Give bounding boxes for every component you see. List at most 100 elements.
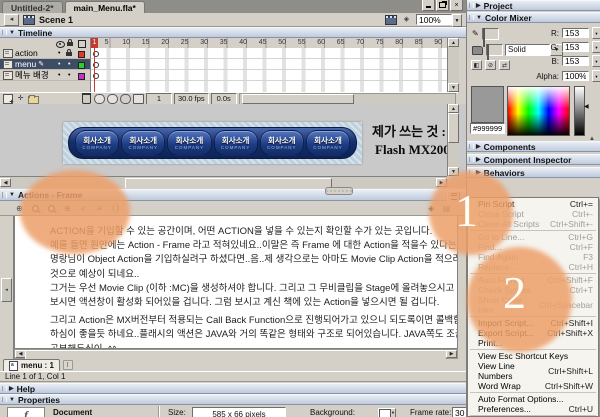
panel-resize-grip[interactable] <box>325 187 353 195</box>
layer-frame-row[interactable] <box>91 70 447 81</box>
swap-colors-button[interactable]: ⇄ <box>499 60 510 70</box>
dock-panel-header-components[interactable]: ▶Components <box>467 141 600 152</box>
menu-button[interactable]: 회사소개COMPANY <box>260 130 304 156</box>
frames-area[interactable]: 15101520253035404550556065707580859095 <box>91 38 447 92</box>
chevron-down-icon[interactable]: ▼ <box>592 41 600 53</box>
menu-button[interactable]: 회사소개COMPANY <box>75 130 119 156</box>
delete-layer-button[interactable] <box>81 94 92 103</box>
eye-icon[interactable] <box>56 41 65 48</box>
chevron-down-icon[interactable]: ▼ <box>592 27 600 39</box>
layer-visibility-dot[interactable]: • <box>58 72 60 79</box>
project-panel-header[interactable]: ▶ Project <box>467 0 600 11</box>
pin-script-icon[interactable] <box>63 360 73 370</box>
scrollbar-thumb[interactable] <box>448 113 459 143</box>
back-button[interactable]: ◂ <box>4 14 19 26</box>
color-mixer-panel-header[interactable]: ▼ Color Mixer <box>467 12 600 23</box>
scroll-up-button[interactable]: ▲ <box>448 104 459 113</box>
frame-rows[interactable] <box>91 48 447 92</box>
center-frame-button[interactable] <box>94 94 105 103</box>
green-input[interactable] <box>562 42 589 52</box>
brightness-slider[interactable] <box>574 86 585 136</box>
scrollbar-thumb[interactable] <box>125 178 332 188</box>
outline-icon[interactable] <box>78 40 86 48</box>
scroll-left-button[interactable]: ◀ <box>0 178 11 187</box>
stage-vertical-scrollbar[interactable]: ▲ ▼ <box>447 104 459 176</box>
close-button[interactable]: × <box>450 0 463 11</box>
menu-button[interactable]: 회사소개COMPANY <box>306 130 350 156</box>
edit-symbol-button[interactable]: ◈ <box>400 15 413 25</box>
scroll-right-button[interactable]: ▶ <box>446 350 457 358</box>
script-line: 보시면 액션창이 활성화 되어있을 겁니다. 그럼 보시고 계신 책에 있는 A… <box>50 296 451 310</box>
blue-input[interactable] <box>562 56 589 66</box>
document-size-button[interactable]: 585 x 66 pixels <box>192 407 286 417</box>
stroke-color-control[interactable]: ✎ <box>472 28 499 40</box>
layer-outline-color[interactable] <box>78 51 85 58</box>
insert-layer-button[interactable] <box>2 94 13 103</box>
layer-lock-dot[interactable]: • <box>68 61 70 68</box>
document-tab[interactable]: main_Menu.fla* <box>65 1 145 13</box>
chevron-down-icon[interactable]: ▼ <box>592 55 600 67</box>
properties-panel-header[interactable]: ▼ Properties <box>0 394 466 405</box>
fill-color-swatch[interactable] <box>486 44 503 56</box>
layer-frame-row[interactable] <box>91 48 447 59</box>
menu-item[interactable]: Preferences...Ctrl+U <box>468 404 598 414</box>
edit-multiple-frames-button[interactable] <box>133 94 144 103</box>
onion-skin-outlines-button[interactable] <box>120 94 131 103</box>
black-white-button[interactable]: ◧ <box>471 60 482 70</box>
toolbox-splitter[interactable]: ◂ <box>0 216 14 359</box>
layer-row[interactable]: action• <box>0 48 90 59</box>
restore-button[interactable] <box>436 0 449 11</box>
menu-button[interactable]: 회사소개COMPANY <box>167 130 211 156</box>
layer-outline-color[interactable] <box>78 73 85 80</box>
layer-visibility-dot[interactable]: • <box>58 50 60 57</box>
splitter-handle[interactable]: ◂ <box>1 278 12 302</box>
scroll-up-button[interactable]: ▲ <box>448 38 459 47</box>
color-picker-gradient[interactable] <box>507 86 570 136</box>
red-input[interactable] <box>562 28 589 38</box>
menu-item[interactable]: Word WrapCtrl+Shift+W <box>468 381 598 391</box>
insert-folder-button[interactable] <box>28 94 39 103</box>
chevron-down-icon[interactable]: ▼ <box>592 70 600 82</box>
layer-row[interactable]: 메뉴 배경•• <box>0 70 90 81</box>
zoom-dropdown-button[interactable]: ▼ <box>452 14 462 27</box>
frame-rate-field[interactable]: 30.0 fps <box>174 93 209 105</box>
slider-handle-icon[interactable]: ◀ <box>584 104 589 110</box>
add-motion-guide-button[interactable]: ✛ <box>15 94 26 103</box>
script-horizontal-scrollbar[interactable]: ◀ ▶ <box>14 349 458 359</box>
scroll-down-button[interactable]: ▼ <box>448 83 459 92</box>
lock-icon[interactable] <box>67 42 73 46</box>
background-color-swatch[interactable]: ▼ <box>378 408 396 417</box>
timeline-horizontal-scrollbar[interactable] <box>239 93 456 105</box>
help-panel-header[interactable]: ▶ Help <box>0 383 466 394</box>
minimize-button[interactable] <box>422 0 435 11</box>
edit-bar: ◂ Scene 1 ◈ ▼ <box>0 13 466 27</box>
menu-bar-artwork[interactable]: 회사소개COMPANY회사소개COMPANY회사소개COMPANY회사소개COM… <box>63 122 362 164</box>
no-color-button[interactable]: ⊘ <box>485 60 496 70</box>
script-tab[interactable]: menu : 1 <box>3 359 60 371</box>
alpha-input[interactable] <box>562 71 589 81</box>
menu-item[interactable]: View Esc Shortcut Keys <box>468 351 598 361</box>
onion-skin-button[interactable] <box>107 94 118 103</box>
stroke-color-swatch[interactable] <box>482 28 499 40</box>
dock-panel-header-component-inspector[interactable]: ▶Component Inspector <box>467 154 600 165</box>
menu-item[interactable]: View Line NumbersCtrl+Shift+L <box>468 361 598 381</box>
menu-button[interactable]: 회사소개COMPANY <box>121 130 165 156</box>
zoom-input[interactable] <box>416 14 452 25</box>
scrollbar-thumb[interactable] <box>242 94 354 104</box>
fill-color-control[interactable] <box>472 44 503 56</box>
edit-symbol-icon: ◈ <box>404 16 409 23</box>
layer-frame-row[interactable] <box>91 59 447 70</box>
menu-button[interactable]: 회사소개COMPANY <box>214 130 258 156</box>
document-tab[interactable]: Untitled-2* <box>2 1 63 13</box>
hex-color-input[interactable] <box>470 123 505 134</box>
timeline-panel-header[interactable]: ▼ Timeline <box>0 27 466 38</box>
document-type-label: Document <box>53 408 92 417</box>
layer-lock-dot[interactable]: • <box>68 72 70 79</box>
layer-outline-color[interactable] <box>78 62 85 69</box>
frame-rate-input[interactable] <box>452 407 466 417</box>
edit-scene-button[interactable] <box>384 15 397 25</box>
lock-icon[interactable] <box>66 52 72 56</box>
layer-visibility-dot[interactable]: • <box>58 61 60 68</box>
timeline-vertical-scrollbar[interactable]: ▲ ▼ <box>447 38 459 92</box>
menu-item[interactable]: Auto Format Options... <box>468 394 598 404</box>
